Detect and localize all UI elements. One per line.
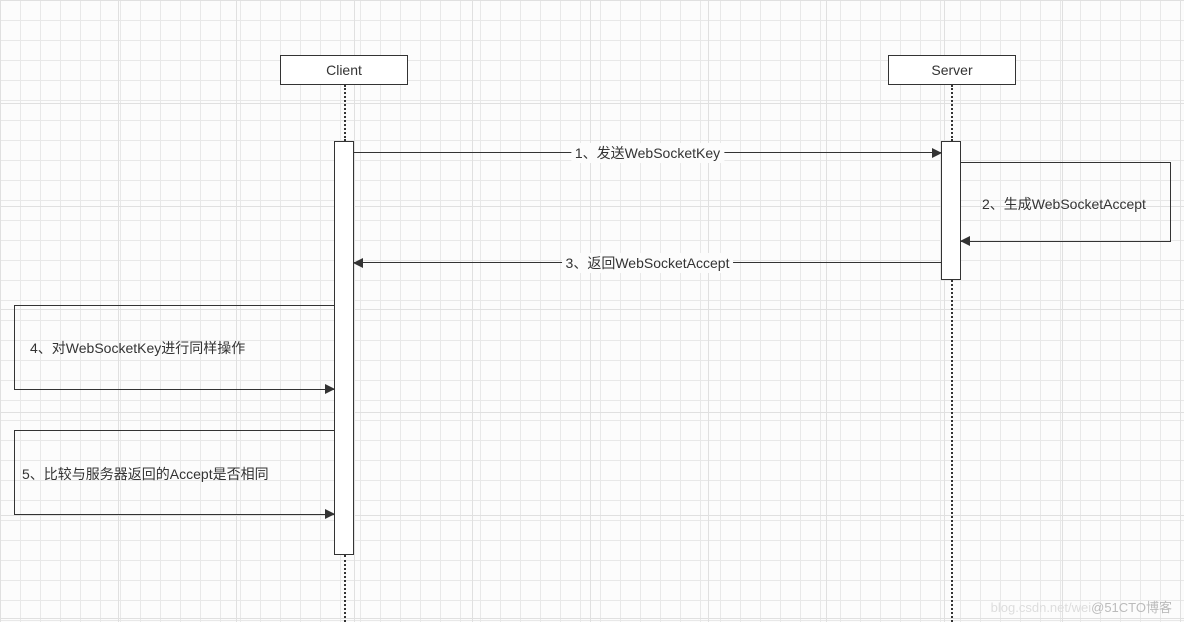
activation-server	[941, 141, 961, 280]
participant-server: Server	[888, 55, 1016, 85]
participant-client-label: Client	[326, 62, 362, 78]
message-2-label: 2、生成WebSocketAccept	[982, 194, 1146, 214]
activation-client	[334, 141, 354, 555]
lifeline-client-bottom	[344, 555, 346, 622]
participant-server-label: Server	[931, 62, 972, 78]
message-1-label: 1、发送WebSocketKey	[571, 143, 724, 163]
lifeline-server-bottom	[951, 280, 953, 622]
message-1: 1、发送WebSocketKey	[354, 152, 941, 153]
lifeline-server	[951, 85, 953, 141]
message-3: 3、返回WebSocketAccept	[354, 262, 941, 263]
message-5-label: 5、比较与服务器返回的Accept是否相同	[22, 464, 269, 484]
participant-client: Client	[280, 55, 408, 85]
message-3-label: 3、返回WebSocketAccept	[562, 253, 734, 273]
watermark: blog.csdn.net/wei@51CTO博客	[991, 597, 1172, 616]
lifeline-client	[344, 85, 346, 141]
message-4-label: 4、对WebSocketKey进行同样操作	[30, 338, 245, 358]
